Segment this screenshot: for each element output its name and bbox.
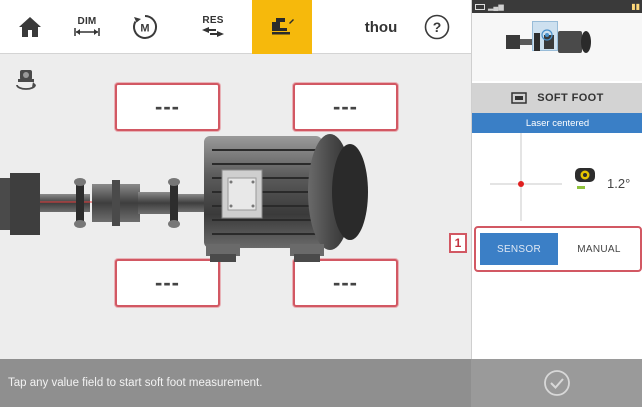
- app-window: DIM M RES thou ? --- --- --- --- Tap any…: [0, 0, 642, 407]
- help-icon: ?: [424, 14, 450, 40]
- status-message: Tap any value field to start soft foot m…: [8, 377, 263, 389]
- battery-icon: [475, 3, 485, 10]
- callout-number: 1: [454, 236, 462, 250]
- soft-foot-header: SOFT FOOT: [472, 83, 642, 113]
- machine-thumbnail[interactable]: [472, 13, 642, 81]
- front-left-foot-field[interactable]: ---: [115, 83, 220, 131]
- machine-thumbnail-icon: [506, 29, 591, 53]
- soft-foot-icon: [272, 18, 294, 35]
- rotate-view-icon: [16, 70, 36, 90]
- main-panel: DIM M RES thou ? --- --- --- --- Tap any…: [0, 0, 471, 407]
- soft-foot-small-icon: [511, 92, 527, 104]
- rear-right-foot-value: ---: [333, 270, 358, 295]
- laser-dot: [518, 181, 524, 187]
- units-label: thou: [364, 18, 398, 36]
- soft-foot-title: SOFT FOOT: [537, 92, 604, 104]
- front-right-foot-field[interactable]: ---: [293, 83, 398, 131]
- status-bar: Tap any value field to start soft foot m…: [0, 359, 471, 407]
- signal-icon: ▂▄▆: [488, 3, 504, 11]
- laser-status-text: Laser centered: [525, 117, 590, 129]
- front-right-foot-value: ---: [333, 94, 358, 119]
- inclinometer-icon: [575, 168, 595, 189]
- laser-status-bar: Laser centered: [472, 113, 642, 133]
- home-button[interactable]: [8, 0, 52, 54]
- device-status-bar: ▂▄▆ ▮▮: [472, 0, 642, 13]
- front-left-foot-value: ---: [155, 94, 180, 119]
- results-button[interactable]: RES: [188, 0, 238, 54]
- dim-label: DIM: [77, 16, 97, 27]
- sensor-mode-label: SENSOR: [496, 243, 542, 255]
- side-panel: ▂▄▆ ▮▮ SOFT FOOT Laser centered 1.2°: [471, 0, 642, 407]
- soft-foot-button[interactable]: [252, 0, 312, 54]
- angle-readout: 1.2°: [607, 176, 631, 191]
- help-label: ?: [433, 19, 442, 35]
- measurement-mode-selector: SENSOR MANUAL: [474, 226, 642, 272]
- res-label: RES: [202, 15, 224, 26]
- dimensions-button[interactable]: DIM: [62, 0, 112, 54]
- manual-mode-label: MANUAL: [577, 243, 621, 255]
- measure-button[interactable]: M: [120, 0, 170, 54]
- top-toolbar: DIM M RES thou ?: [0, 0, 471, 54]
- laser-target-area: 1.2°: [472, 133, 642, 221]
- callout-marker: 1: [449, 233, 467, 253]
- help-button[interactable]: ?: [416, 0, 458, 54]
- units-button[interactable]: thou: [348, 0, 414, 54]
- res-icon: [202, 27, 224, 37]
- rotate-view-button[interactable]: [8, 64, 44, 94]
- rear-left-foot-value: ---: [155, 270, 180, 295]
- m-label: M: [140, 23, 149, 35]
- home-icon: [19, 17, 41, 37]
- m-icon: M: [133, 15, 157, 39]
- clock-icon: ▮▮: [631, 2, 640, 11]
- checkmark-icon[interactable]: [542, 368, 572, 398]
- sensor-mode-button[interactable]: SENSOR: [480, 233, 558, 265]
- side-footer: [471, 359, 642, 407]
- dim-icon: [74, 28, 100, 36]
- machine-illustration: [0, 134, 368, 262]
- manual-mode-button[interactable]: MANUAL: [560, 233, 638, 265]
